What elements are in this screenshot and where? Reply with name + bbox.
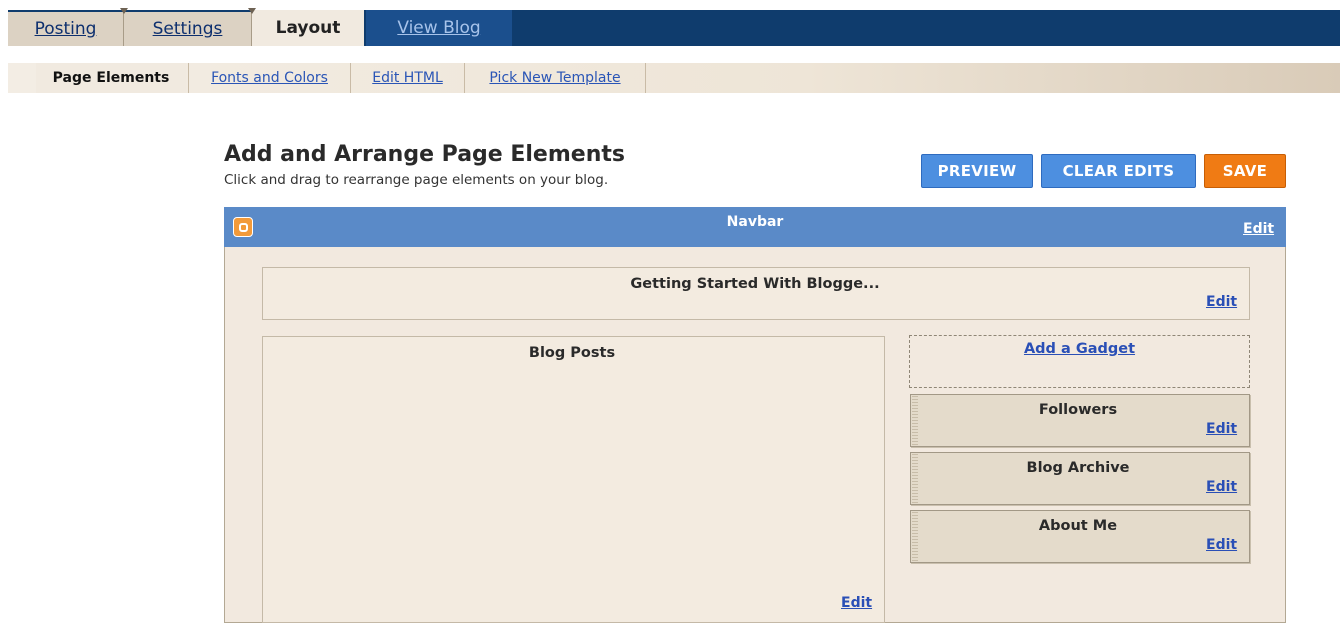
drag-handle-icon[interactable] bbox=[912, 512, 918, 561]
blog-archive-edit-link[interactable]: Edit bbox=[1206, 479, 1237, 495]
header-gadget-title: Getting Started With Blogge... bbox=[630, 276, 880, 292]
preview-button[interactable]: PREVIEW bbox=[921, 154, 1033, 188]
clear-edits-button[interactable]: CLEAR EDITS bbox=[1041, 154, 1196, 188]
tab-layout[interactable]: Layout bbox=[252, 10, 364, 46]
about-me-title: About Me bbox=[1038, 518, 1118, 534]
blogger-logo-icon-inner bbox=[238, 222, 248, 232]
header-gadget[interactable] bbox=[262, 267, 1250, 320]
tab-posting[interactable]: Posting bbox=[8, 12, 124, 46]
header-gadget-edit-link[interactable]: Edit bbox=[1206, 294, 1237, 310]
navbar-edit-link[interactable]: Edit bbox=[1243, 221, 1274, 237]
tab-settings[interactable]: Settings bbox=[124, 12, 252, 46]
add-gadget-link[interactable]: Add a Gadget bbox=[909, 341, 1250, 357]
tab-separator-notch bbox=[120, 8, 128, 14]
blog-posts-title: Blog Posts bbox=[528, 345, 616, 361]
subtab-edit-html[interactable]: Edit HTML bbox=[350, 63, 464, 93]
subtab-fonts-and-colors[interactable]: Fonts and Colors bbox=[188, 63, 350, 93]
followers-title: Followers bbox=[1038, 402, 1118, 418]
subtab-pick-new-template[interactable]: Pick New Template bbox=[464, 63, 645, 93]
subtab-divider bbox=[645, 63, 646, 93]
tab-view-blog[interactable]: View Blog bbox=[366, 10, 512, 46]
about-me-edit-link[interactable]: Edit bbox=[1206, 537, 1237, 553]
page-subtitle: Click and drag to rearrange page element… bbox=[224, 172, 609, 188]
followers-edit-link[interactable]: Edit bbox=[1206, 421, 1237, 437]
tab-separator-notch bbox=[248, 8, 256, 14]
page-title: Add and Arrange Page Elements bbox=[224, 142, 625, 167]
blog-archive-title: Blog Archive bbox=[1026, 460, 1130, 476]
drag-handle-icon[interactable] bbox=[912, 454, 918, 503]
blogger-logo-icon bbox=[233, 217, 253, 237]
subtab-page-elements[interactable]: Page Elements bbox=[36, 63, 186, 93]
blog-posts-gadget[interactable] bbox=[262, 336, 885, 623]
blog-posts-edit-link[interactable]: Edit bbox=[841, 595, 872, 611]
save-button[interactable]: SAVE bbox=[1204, 154, 1286, 188]
navbar-title: Navbar bbox=[726, 214, 784, 230]
drag-handle-icon[interactable] bbox=[912, 396, 918, 445]
